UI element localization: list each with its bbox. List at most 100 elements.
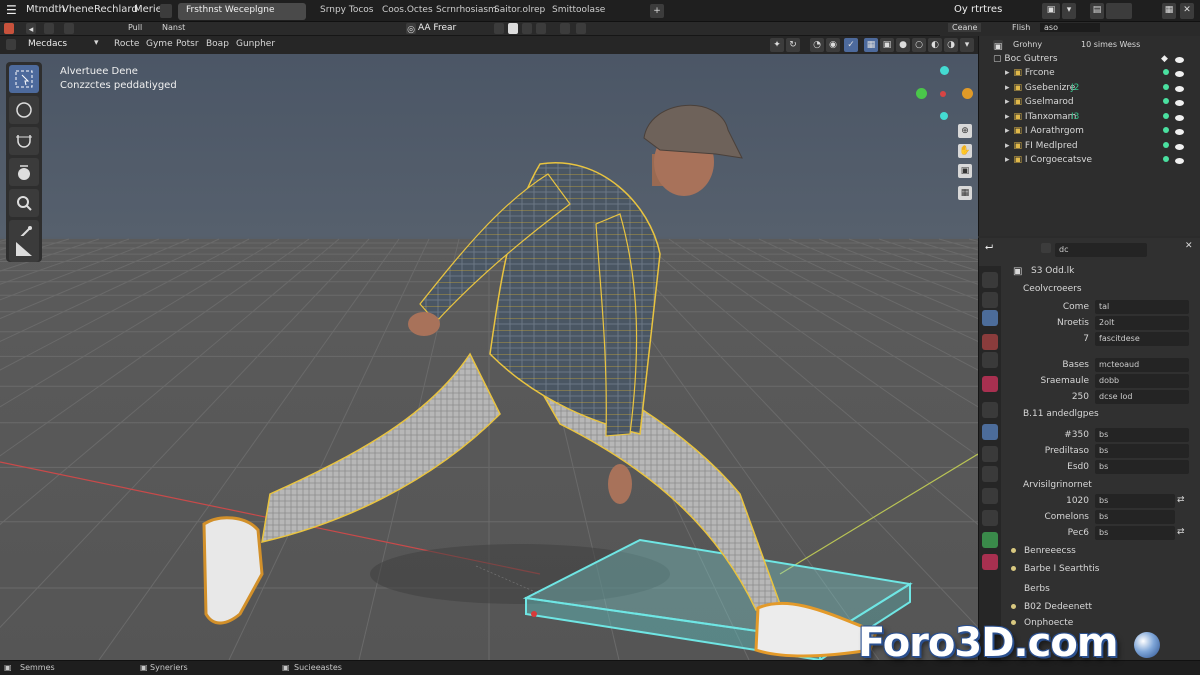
properties-tab-scene-icon[interactable] [982, 352, 998, 368]
menu-item-window[interactable]: Merie [134, 4, 162, 15]
xray-icon[interactable]: ▣ [880, 38, 894, 52]
property-field[interactable]: mcteoaud [1095, 358, 1189, 372]
gizmo-icon[interactable] [560, 23, 570, 34]
header-search-field[interactable]: aso [1040, 23, 1100, 32]
outliner-item[interactable]: ▸ ▣ FI Medlpred [1005, 141, 1195, 155]
cube-icon[interactable] [44, 23, 54, 34]
eye-icon[interactable] [1175, 100, 1184, 106]
shading-material-icon[interactable] [522, 23, 532, 34]
camera-icon[interactable]: ▣ [958, 164, 972, 178]
transform-icon[interactable]: ✦ [770, 38, 784, 52]
user-label[interactable]: Oy rtrtres [954, 4, 1002, 15]
shading-4-icon[interactable]: ◑ [944, 38, 958, 52]
dropdown-chevron-icon[interactable]: ▾ [1062, 3, 1076, 19]
mode-dropdown[interactable]: Mecdacs [28, 39, 67, 49]
eye-icon[interactable] [1175, 71, 1184, 77]
section-b-title[interactable]: B.11 andedlgpes [1023, 409, 1099, 419]
shading-3-icon[interactable]: ◐ [928, 38, 942, 52]
object-name[interactable]: S3 Odd.lk [1031, 266, 1074, 276]
property-field[interactable]: dcse Iod [1095, 390, 1189, 404]
check-icon[interactable]: ✓ [844, 38, 858, 52]
ortho-icon[interactable]: ▦ [958, 186, 972, 200]
move-tool[interactable] [9, 127, 39, 155]
visibility-icon[interactable]: ◉ [826, 38, 840, 52]
workspace-tab-5[interactable]: Smittoolase [544, 3, 613, 20]
properties-list-item[interactable]: Berbs [1011, 584, 1050, 594]
shading-1-icon[interactable]: ● [896, 38, 910, 52]
gizmo-center-dot-icon[interactable] [940, 91, 946, 97]
grid-icon[interactable]: ▦ [864, 38, 878, 52]
rotate-tool[interactable] [9, 158, 39, 186]
gizmo-z-dot-icon[interactable] [940, 66, 949, 75]
property-field[interactable]: bs [1095, 510, 1175, 524]
shading-solid-icon[interactable] [508, 23, 518, 34]
gizmo-neg-dot-icon[interactable] [940, 112, 948, 120]
outliner-item[interactable]: ▸ ▣ ITanxomam I3 [1005, 112, 1195, 126]
expand-arrow-icon[interactable]: ▸ [1005, 155, 1010, 165]
expand-arrow-icon[interactable]: ▸ [1005, 68, 1010, 78]
shading-render-icon[interactable] [536, 23, 546, 34]
scene-icon[interactable]: ▣ [1042, 3, 1060, 19]
scale-tool[interactable] [9, 189, 39, 217]
outliner-collection[interactable]: ▢ Boc Gutrers ◆ [993, 54, 1193, 68]
eye-icon[interactable] [1175, 57, 1184, 63]
properties-tab-particles-icon[interactable] [982, 446, 998, 462]
shading-wire-icon[interactable] [494, 23, 504, 34]
properties-tab-world-icon[interactable] [982, 376, 998, 392]
property-field[interactable]: bs [1095, 460, 1189, 474]
property-field[interactable]: 2olt [1095, 316, 1189, 330]
render-layer-icon[interactable]: ▦ [1162, 3, 1176, 19]
modebar-item-4[interactable]: Boap [206, 39, 229, 49]
layer-settings-icon[interactable] [1106, 3, 1132, 19]
expand-arrow-icon[interactable]: ▸ [1005, 112, 1010, 122]
layer-icon[interactable]: ▤ [1090, 3, 1104, 19]
property-field[interactable]: bs [1095, 428, 1189, 442]
properties-tab-texture-icon[interactable] [982, 554, 998, 570]
workspace-tab-1[interactable]: Srnpy Tocos [312, 3, 381, 20]
measure-tool[interactable] [9, 236, 39, 262]
object-origin[interactable] [531, 611, 537, 617]
eye-icon[interactable] [1175, 85, 1184, 92]
outliner-item[interactable]: ▸ ▣ I Corgoecatsve [1005, 155, 1195, 169]
outliner-item[interactable]: ▸ ▣ Gselmarod [1005, 97, 1195, 111]
menu-item-render[interactable]: Rechlard [94, 4, 138, 15]
properties-close-icon[interactable]: ✕ [1185, 241, 1193, 251]
zoom-icon[interactable]: ⊕ [958, 124, 972, 138]
add-workspace-icon[interactable]: + [650, 4, 664, 18]
navigation-gizmo[interactable] [912, 62, 973, 122]
arrow-icon[interactable]: ◂ [26, 23, 36, 35]
properties-tab-physics-icon[interactable] [982, 466, 998, 482]
header-center-label[interactable]: AA Frear [418, 23, 456, 33]
property-field[interactable]: fascitdese [1095, 332, 1189, 346]
gizmo-y-dot-icon[interactable] [916, 88, 927, 99]
properties-list-item[interactable]: Benreeecss [1011, 546, 1076, 556]
properties-editor-icon[interactable]: ⮠ [985, 242, 993, 253]
modebar-item-3[interactable]: Potsr [176, 39, 199, 49]
properties-tab-data-icon[interactable] [982, 510, 998, 526]
header-item-nanst[interactable]: Nanst [162, 23, 185, 32]
properties-list-item[interactable]: Barbe I Searthtis [1011, 564, 1099, 574]
expand-arrow-icon[interactable]: ▸ [1005, 83, 1010, 93]
app-logo-icon[interactable]: ☰ [6, 3, 17, 17]
gizmo-x-dot-icon[interactable] [962, 88, 973, 99]
property-field[interactable]: bs [1095, 494, 1175, 508]
eye-icon[interactable] [1175, 129, 1184, 135]
properties-tab-view-layer-icon[interactable] [982, 334, 998, 350]
workspace-tab-active[interactable]: Frsthnst Weceplgne [178, 3, 306, 20]
close-icon[interactable]: ✕ [1180, 3, 1194, 19]
properties-tab-constraints-icon[interactable] [982, 488, 998, 504]
menu-toggle-icon[interactable] [160, 4, 172, 18]
properties-tab-render-icon[interactable] [982, 292, 998, 308]
shading-2-icon[interactable]: ○ [912, 38, 926, 52]
property-field[interactable]: bs [1095, 444, 1189, 458]
header-item-flish[interactable]: Flish [1012, 23, 1030, 32]
link-icon[interactable]: ⇄ [1177, 527, 1185, 537]
properties-tab-output-icon[interactable] [982, 310, 998, 326]
editor-type-icon[interactable] [4, 23, 14, 34]
properties-search-icon[interactable] [1041, 243, 1051, 253]
mode-icon[interactable] [6, 39, 16, 50]
eye-icon[interactable] [1175, 143, 1184, 150]
proportional-icon[interactable]: ◔ [810, 38, 824, 52]
properties-tab-object-icon[interactable] [982, 402, 998, 418]
properties-tab-tool-icon[interactable] [982, 272, 998, 288]
